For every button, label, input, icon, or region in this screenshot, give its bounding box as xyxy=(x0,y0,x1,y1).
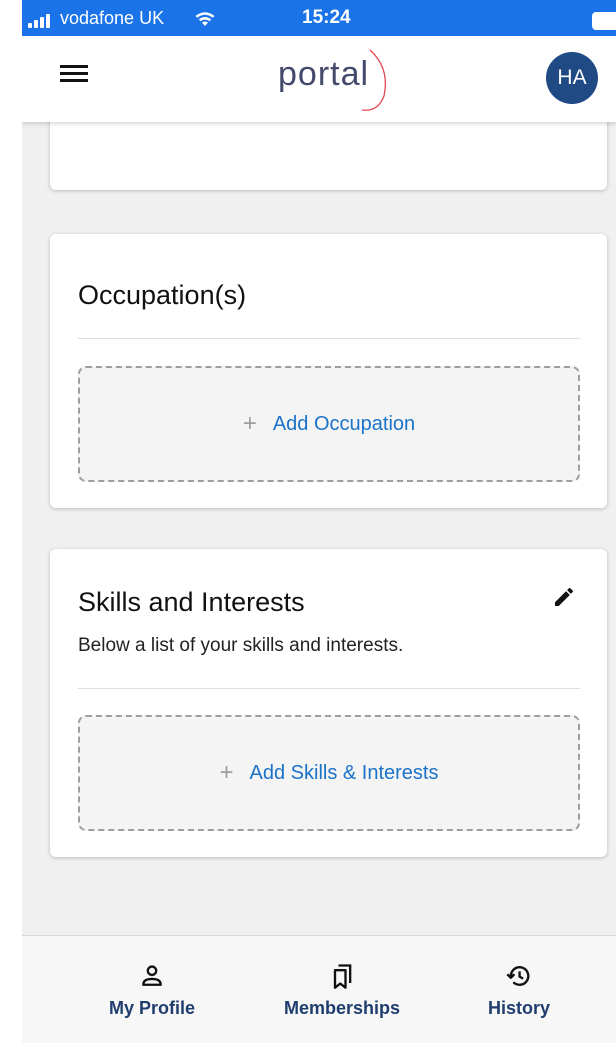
add-skills-interests-button[interactable]: + Add Skills & Interests xyxy=(78,715,580,831)
nav-history[interactable]: History xyxy=(449,962,589,1019)
user-avatar[interactable]: HA xyxy=(546,52,598,104)
app-screen: vodafone UK 15:24 portal HA Occupation(s… xyxy=(22,0,616,1043)
plus-icon: + xyxy=(242,410,257,437)
menu-line-icon xyxy=(60,65,88,68)
bookmarks-icon xyxy=(333,964,352,989)
nav-label: Memberships xyxy=(283,998,401,1018)
battery-icon xyxy=(592,12,616,30)
logo-swoosh-icon xyxy=(361,49,387,111)
portal-logo[interactable]: portal xyxy=(276,48,396,112)
bottom-navigation: My Profile Memberships History xyxy=(22,935,616,1043)
card-divider xyxy=(78,338,580,339)
add-occupation-label: Add Occupation xyxy=(272,412,416,435)
menu-line-icon xyxy=(60,79,88,82)
nav-my-profile[interactable]: My Profile xyxy=(82,962,222,1019)
add-skills-label: Add Skills & Interests xyxy=(249,761,439,784)
plus-icon: + xyxy=(219,759,234,786)
status-time: 15:24 xyxy=(302,7,351,28)
menu-line-icon xyxy=(60,72,88,75)
occupations-card: Occupation(s) + Add Occupation xyxy=(50,234,607,508)
edit-pencil-icon[interactable] xyxy=(552,585,576,609)
wifi-icon xyxy=(195,12,215,26)
hamburger-menu-button[interactable] xyxy=(60,61,90,91)
status-bar: vodafone UK 15:24 xyxy=(22,0,616,36)
signal-strength-icon xyxy=(28,12,50,28)
skills-subtitle: Below a list of your skills and interest… xyxy=(78,635,404,656)
history-icon xyxy=(506,966,530,986)
occupations-title: Occupation(s) xyxy=(78,280,247,310)
carrier-name: vodafone UK xyxy=(60,8,165,28)
card-divider xyxy=(78,688,580,689)
skills-interests-card: Skills and Interests Below a list of you… xyxy=(50,549,607,857)
person-icon xyxy=(142,965,162,986)
nav-label: My Profile xyxy=(108,998,196,1018)
nav-label: History xyxy=(487,998,550,1018)
add-occupation-button[interactable]: + Add Occupation xyxy=(78,366,580,482)
app-header: portal HA xyxy=(22,36,616,122)
skills-title: Skills and Interests xyxy=(78,587,305,617)
nav-memberships[interactable]: Memberships xyxy=(272,962,412,1019)
